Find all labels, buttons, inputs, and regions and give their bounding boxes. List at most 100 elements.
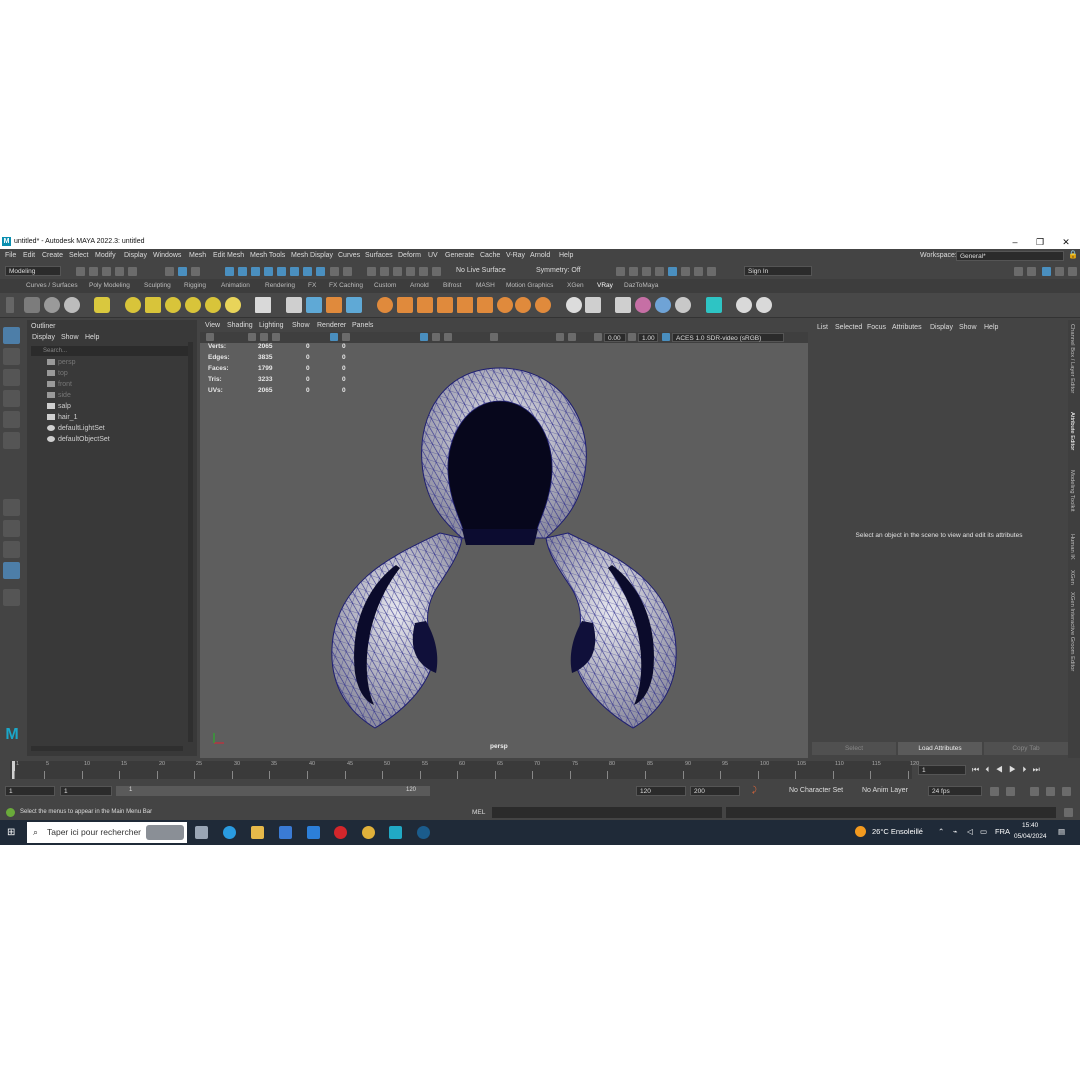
toggle-modeling-toolkit-icon[interactable] [1014,267,1023,276]
magnet-point-icon[interactable] [406,267,415,276]
ae-menu-show[interactable]: Show [959,324,977,331]
mesh-light-icon[interactable] [185,297,201,313]
wireframe-on-shaded-icon[interactable] [420,333,428,341]
toggle-channel-box-icon[interactable] [1027,267,1036,276]
tab-human-ik[interactable]: Human IK [1069,534,1075,560]
magnet-view-icon[interactable] [432,267,441,276]
gamma-icon[interactable] [628,333,636,341]
tab-fx-caching[interactable]: FX Caching [329,282,363,289]
tab-sculpting[interactable]: Sculpting [144,282,171,289]
auto-key-icon[interactable]: ⤸ [752,785,757,795]
select-tool-icon[interactable] [3,327,20,344]
material-library-icon[interactable] [655,297,671,313]
fps-dropdown[interactable]: 24 fps [928,786,982,796]
clock-time[interactable]: 15:40 [1022,822,1038,829]
outliner-item-top[interactable]: top [47,369,68,379]
scene-access-icon[interactable] [346,297,362,313]
menu-uv[interactable]: UV [428,252,438,259]
gear-icon[interactable] [535,297,551,313]
outliner-item-side[interactable]: side [47,391,71,401]
colorspace-dropdown[interactable]: ACES 1.0 SDR-video (sRGB) [672,333,784,342]
anim-layer-dropdown[interactable]: No Anim Layer [862,787,908,794]
menuset-dropdown[interactable]: Modeling [5,266,61,276]
object-properties-icon[interactable] [397,297,413,313]
viewport-menu-lighting[interactable]: Lighting [259,322,284,329]
current-frame-field[interactable]: 1 [918,765,966,775]
outliner-menu-help[interactable]: Help [85,334,99,341]
viewport-menu-panels[interactable]: Panels [352,322,373,329]
mel-label[interactable]: MEL [472,809,485,816]
tab-xgen-groom-editor[interactable]: XGen Interactive Groom Editor [1069,592,1075,671]
menu-help[interactable]: Help [559,252,573,259]
magnet-curve-icon[interactable] [393,267,402,276]
sign-in-dropdown[interactable]: Sign In [744,266,812,276]
film-gate-icon[interactable] [342,333,350,341]
palette-icon[interactable] [675,297,691,313]
sun-light-icon[interactable] [225,297,241,313]
chaos-icon[interactable] [736,297,752,313]
menu-curves[interactable]: Curves [338,252,360,259]
tray-chevron-icon[interactable]: ⌃ [938,827,944,836]
edge-icon[interactable] [223,826,236,839]
rotate-tool-icon[interactable] [3,411,20,428]
anim-start-field[interactable]: 1 [5,786,55,796]
tab-poly-modeling[interactable]: Poly Modeling [89,282,130,289]
outliner-item-persp[interactable]: persp [47,358,76,368]
menu-vray[interactable]: V-Ray [506,252,525,259]
language-indicator[interactable]: FRA [995,827,1010,836]
windows-start-icon[interactable]: ⊞ [7,827,18,838]
tab-curves-surfaces[interactable]: Curves / Surfaces [26,282,78,289]
outliner-scrollbar[interactable] [188,342,193,742]
make-live-icon[interactable] [290,267,299,276]
tab-rigging[interactable]: Rigging [184,282,206,289]
vray-plane-icon[interactable] [255,297,271,313]
hypershade-icon[interactable] [668,267,677,276]
magnet-plane-icon[interactable] [419,267,428,276]
hud-icon[interactable] [568,333,576,341]
menu-cache[interactable]: Cache [480,252,500,259]
ae-select-button[interactable]: Select [812,742,896,755]
tab-xgen-side[interactable]: XGen [1069,570,1075,585]
viewport-menu-view[interactable]: View [205,322,220,329]
tab-fx[interactable]: FX [308,282,316,289]
move-tool-icon[interactable] [3,390,20,407]
menu-create[interactable]: Create [42,252,63,259]
select-component-icon[interactable] [191,267,200,276]
dome-light-icon[interactable] [125,297,141,313]
menu-edit[interactable]: Edit [23,252,35,259]
outliner-item-default-light-set[interactable]: defaultLightSet [47,424,105,434]
four-view-icon[interactable] [3,520,20,537]
outliner-menu-display[interactable]: Display [32,334,55,341]
menu-mesh[interactable]: Mesh [189,252,206,259]
vrscene-export-icon[interactable] [615,297,631,313]
tab-xgen[interactable]: XGen [567,282,584,289]
keys-icon[interactable] [1030,787,1039,796]
outliner-item-default-object-set[interactable]: defaultObjectSet [47,435,110,445]
symmetry-label[interactable]: Symmetry: Off [536,267,581,274]
weather-text[interactable]: 26°C Ensoleillé [872,827,923,836]
outliner-persp-icon[interactable] [3,562,20,579]
image-plane-icon[interactable] [272,333,280,341]
tab-channel-box[interactable]: Channel Box / Layer Editor [1069,324,1075,393]
hypershade-sphere-icon[interactable] [635,297,651,313]
snap-curve-icon[interactable] [238,267,247,276]
isolate-select-icon[interactable] [556,333,564,341]
tab-custom[interactable]: Custom [374,282,396,289]
lasso-tool-icon[interactable] [3,348,20,365]
render-view-icon[interactable] [642,267,651,276]
menu-generate[interactable]: Generate [445,252,474,259]
opera-icon[interactable] [334,826,347,839]
snap-projected-icon[interactable] [264,267,273,276]
select-hierarchy-icon[interactable] [165,267,174,276]
vray-render-icon[interactable] [24,297,40,313]
character-set-dropdown[interactable]: No Character Set [789,787,843,794]
toggle-tool-settings-icon[interactable] [1055,267,1064,276]
tab-animation[interactable]: Animation [221,282,250,289]
single-view-icon[interactable] [3,499,20,516]
ae-menu-list[interactable]: List [817,324,828,331]
minimize-button[interactable]: – [1008,236,1022,248]
outliner-item-hair[interactable]: hair_1 [47,413,77,423]
maya-taskbar-icon[interactable] [389,826,402,839]
camera-settings-icon[interactable] [585,297,601,313]
search-icon[interactable] [3,589,20,606]
